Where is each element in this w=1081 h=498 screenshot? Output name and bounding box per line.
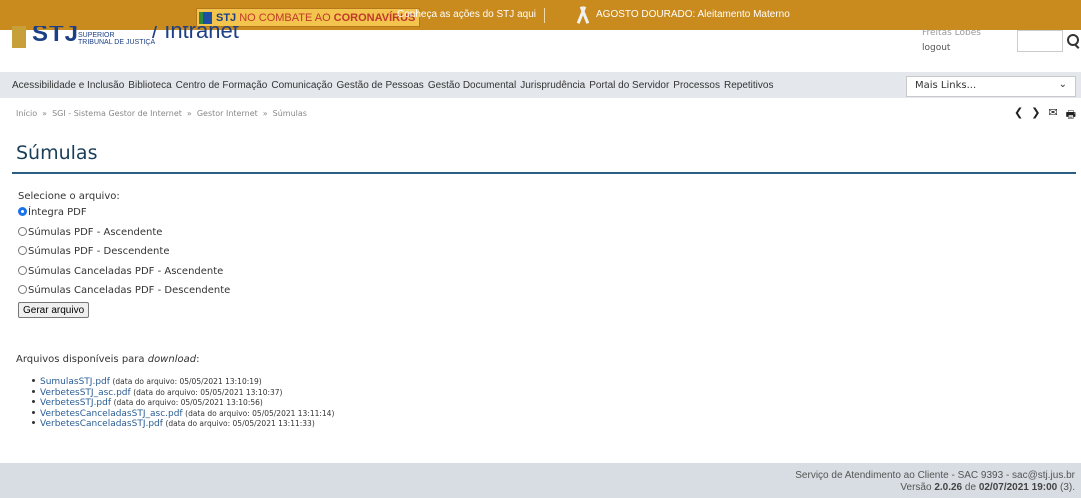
page-title: Súmulas (16, 142, 98, 164)
nav-item-repetitivos[interactable]: Repetitivos (724, 80, 773, 91)
ribbon-icon (578, 6, 588, 24)
radio-integra-pdf[interactable]: Íntegra PDF (18, 207, 87, 218)
nav-item-comunicacao[interactable]: Comunicação (271, 80, 332, 91)
stj-logo[interactable]: STJ SUPERIOR TRIBUNAL DE JUSTIÇA / Intra… (12, 26, 272, 48)
radio-icon[interactable] (18, 246, 27, 255)
version-number: 2.0.26 (934, 482, 963, 493)
nav-item-processos[interactable]: Processos (673, 80, 720, 91)
email-icon[interactable]: ✉ (1048, 106, 1057, 125)
mais-links-select[interactable]: Mais Links... ⌄ (906, 76, 1076, 97)
previous-icon[interactable]: ❮ (1014, 106, 1023, 125)
badge-stj: STJ (216, 11, 237, 24)
logo-mark-icon (12, 26, 26, 48)
footer-sac: Serviço de Atendimento ao Cliente - SAC … (795, 470, 1075, 481)
nav-item-acessibilidade[interactable]: Acessibilidade e Inclusão (12, 80, 124, 91)
list-item: SumulasSTJ.pdf (data do arquivo: 05/05/2… (32, 377, 334, 388)
nav-item-portal-servidor[interactable]: Portal do Servidor (589, 80, 669, 91)
file-link[interactable]: VerbetesSTJ_asc.pdf (40, 388, 131, 398)
radio-canceladas-asc[interactable]: Súmulas Canceladas PDF - Ascendente (18, 266, 223, 277)
file-link[interactable]: VerbetesSTJ.pdf (40, 398, 111, 408)
breadcrumb-sgi[interactable]: SGI - Sistema Gestor de Internet (52, 109, 182, 118)
radio-sumulas-asc[interactable]: Súmulas PDF - Ascendente (18, 227, 162, 238)
search-icon[interactable] (1067, 34, 1079, 46)
title-divider (12, 172, 1076, 174)
bullet-icon (32, 389, 35, 393)
coronavirus-badge[interactable]: STJ NO COMBATE AO CORONAVÍRUS (196, 8, 421, 27)
print-icon[interactable]: 🖶 (1066, 106, 1076, 125)
nav-item-gestao-documental[interactable]: Gestão Documental (428, 80, 516, 91)
radio-label: Súmulas Canceladas PDF - Ascendente (28, 266, 224, 277)
select-file-label: Selecione o arquivo: (18, 191, 120, 202)
radio-checked-icon[interactable] (18, 207, 27, 216)
breadcrumb-separator: » (42, 109, 48, 118)
mais-links-value: Mais Links... (915, 80, 977, 91)
nav-items: Acessibilidade e Inclusão Biblioteca Cen… (12, 72, 777, 98)
logo-intranet-text: / Intranet (152, 26, 239, 43)
nav-item-biblioteca[interactable]: Biblioteca (128, 80, 171, 91)
bullet-icon (32, 379, 35, 382)
next-icon[interactable]: ❯ (1031, 106, 1040, 125)
nav-item-jurisprudencia[interactable]: Jurisprudência (520, 80, 585, 91)
downloads-italic: download (147, 354, 197, 365)
bullet-icon (32, 400, 35, 403)
page-tools: ❮ ❯ ✉ 🖶 (1014, 106, 1081, 125)
file-date: (data do arquivo: 05/05/2021 13:11:14) (185, 408, 335, 418)
list-item: VerbetesSTJ_asc.pdf (data do arquivo: 05… (32, 388, 334, 399)
flag-icon (199, 11, 212, 24)
version-prefix: Versão (900, 482, 935, 493)
stj-actions-link[interactable]: Conheça as ações do STJ aqui (397, 9, 536, 20)
version-mid: de (962, 482, 979, 493)
downloads-prefix: Arquivos disponíveis para (16, 354, 148, 365)
file-date: (data do arquivo: 05/05/2021 13:10:19) (112, 377, 262, 386)
radio-label: Súmulas Canceladas PDF - Descendente (28, 285, 231, 296)
radio-icon[interactable] (18, 285, 27, 294)
nav-item-gestao-pessoas[interactable]: Gestão de Pessoas (337, 80, 424, 91)
file-list: SumulasSTJ.pdf (data do arquivo: 05/05/2… (32, 377, 334, 430)
breadcrumb: Início » SGI - Sistema Gestor de Internet »… (16, 109, 307, 118)
breadcrumb-gestor[interactable]: Gestor Internet (197, 109, 258, 118)
breadcrumb-separator: » (262, 109, 268, 118)
file-date: (data do arquivo: 05/05/2021 13:10:56) (113, 398, 263, 407)
chevron-down-icon: ⌄ (1058, 79, 1067, 90)
logout-link[interactable]: logout (922, 43, 950, 53)
agosto-dourado-link[interactable]: AGOSTO DOURADO: Aleitamento Materno (596, 9, 790, 20)
footer: Serviço de Atendimento ao Cliente - SAC … (0, 463, 1081, 498)
user-name: Freitas Lopes (922, 29, 981, 35)
version-suffix: (3). (1057, 482, 1075, 493)
logo-sub-line2: TRIBUNAL DE JUSTIÇA (78, 39, 156, 46)
badge-text: NO COMBATE AO (239, 11, 331, 24)
breadcrumb-inicio[interactable]: Início (16, 109, 37, 118)
logo-subtitle: SUPERIOR TRIBUNAL DE JUSTIÇA (78, 32, 155, 46)
file-link[interactable]: VerbetesCanceladasSTJ.pdf (40, 419, 163, 429)
breadcrumb-sumulas: Súmulas (272, 109, 307, 118)
bullet-icon (32, 421, 35, 424)
radio-canceladas-desc[interactable]: Súmulas Canceladas PDF - Descendente (18, 285, 230, 296)
bullet-icon (32, 410, 35, 414)
file-date: (data do arquivo: 05/05/2021 13:10:37) (133, 387, 283, 397)
list-item: VerbetesSTJ.pdf (data do arquivo: 05/05/… (32, 398, 334, 409)
nav-item-centro-formacao[interactable]: Centro de Formação (176, 80, 268, 91)
downloads-label: Arquivos disponíveis para download: (16, 354, 199, 365)
radio-label: Íntegra PDF (28, 207, 87, 218)
search-input[interactable] (1017, 30, 1063, 52)
logo-stj-text: STJ (32, 26, 80, 47)
radio-icon[interactable] (18, 266, 27, 275)
banner-divider (544, 8, 545, 23)
radio-label: Súmulas PDF - Descendente (28, 246, 170, 257)
radio-sumulas-desc[interactable]: Súmulas PDF - Descendente (18, 246, 169, 257)
logo-sub-line1: SUPERIOR (78, 32, 115, 39)
file-date: (data do arquivo: 05/05/2021 13:11:33) (165, 419, 315, 428)
downloads-suffix: : (196, 354, 200, 365)
breadcrumb-separator: » (186, 109, 192, 118)
file-link[interactable]: SumulasSTJ.pdf (40, 377, 110, 387)
version-date: 02/07/2021 19:00 (978, 482, 1058, 493)
radio-icon[interactable] (18, 227, 27, 236)
footer-version: Versão 2.0.26 de 02/07/2021 19:00 (3). (900, 482, 1075, 493)
list-item: VerbetesCanceladasSTJ_asc.pdf (data do a… (32, 409, 334, 420)
generate-file-button[interactable]: Gerar arquivo (18, 302, 90, 318)
list-item: VerbetesCanceladasSTJ.pdf (data do arqui… (32, 419, 334, 430)
header: STJ SUPERIOR TRIBUNAL DE JUSTIÇA / Intra… (0, 26, 1081, 72)
radio-label: Súmulas PDF - Ascendente (28, 227, 163, 238)
file-link[interactable]: VerbetesCanceladasSTJ_asc.pdf (40, 409, 183, 419)
